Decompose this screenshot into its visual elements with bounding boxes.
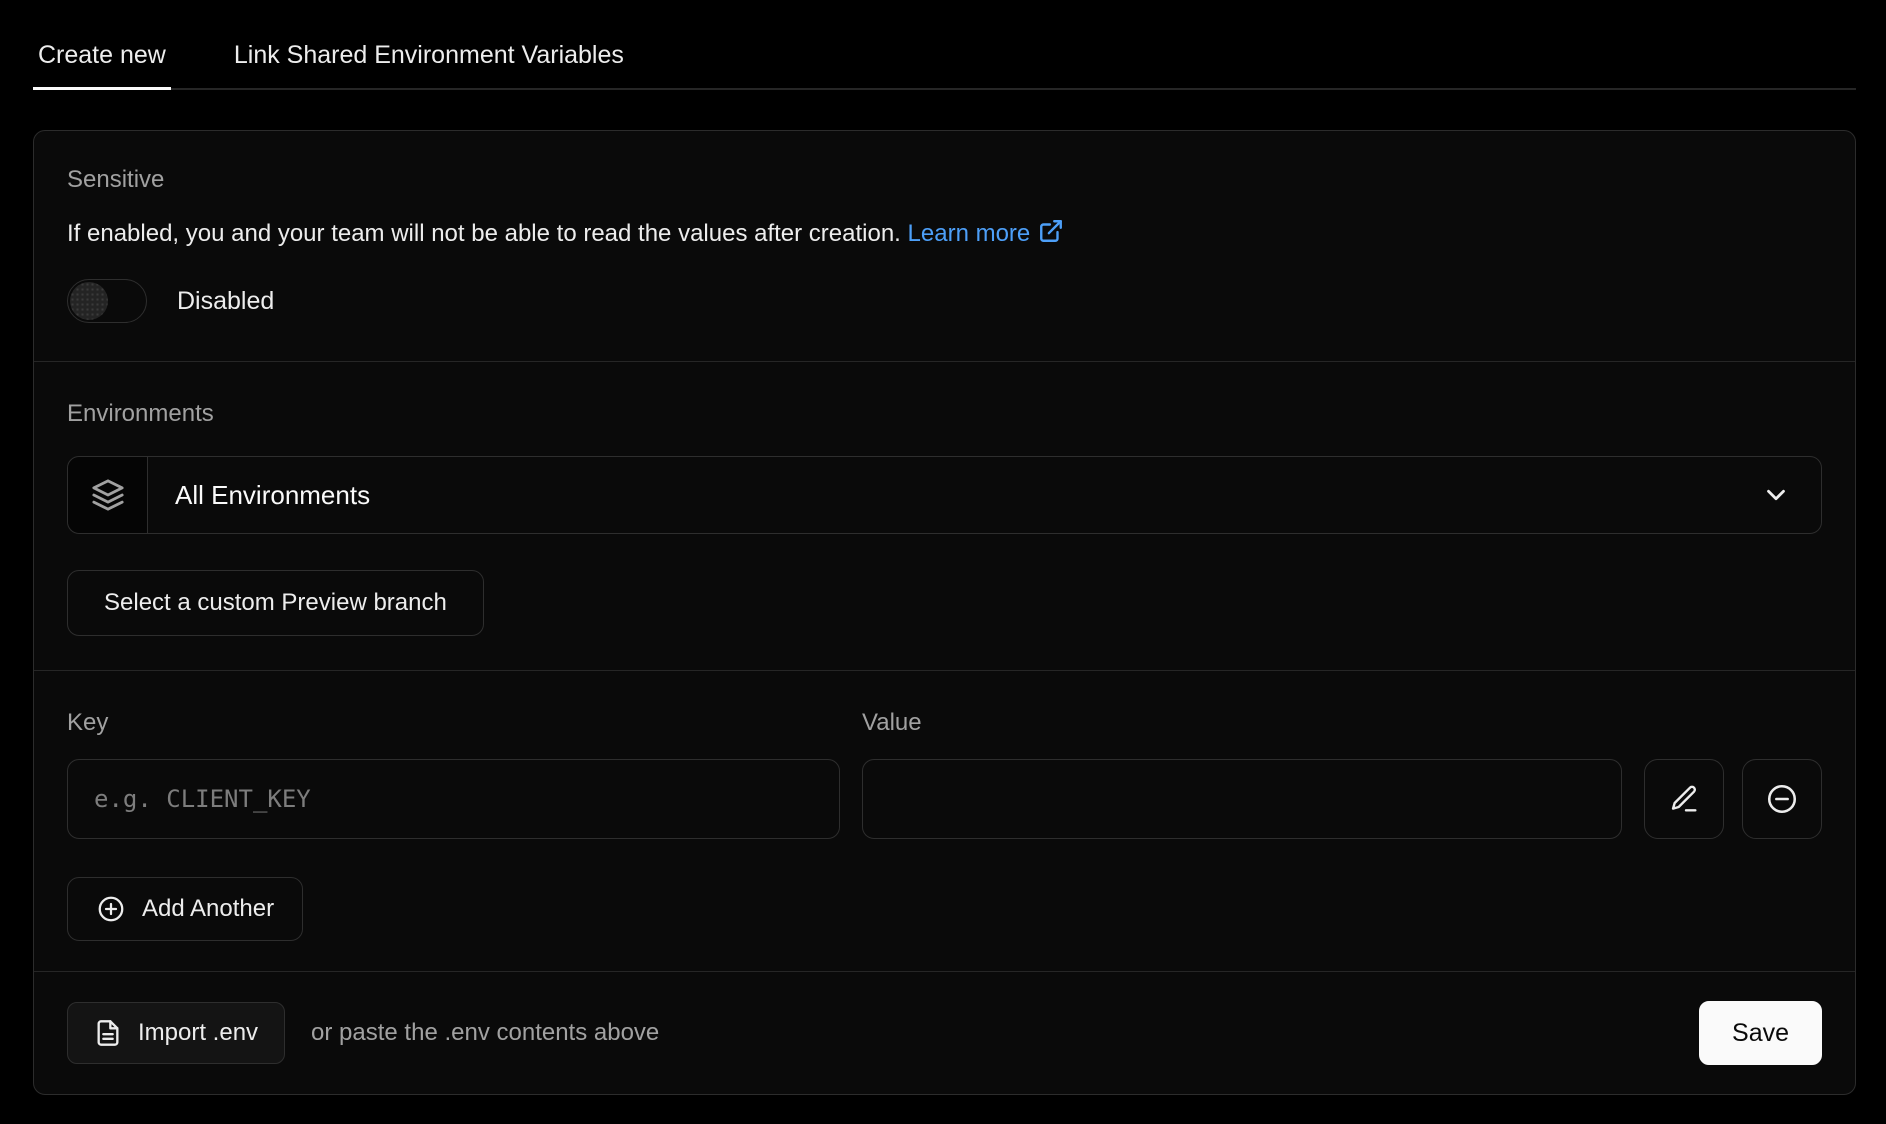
pencil-edit-icon: [1668, 783, 1700, 815]
env-file-icon: [94, 1019, 122, 1047]
paste-hint-text: or paste the .env contents above: [311, 1019, 659, 1047]
key-value-section: Key Value: [34, 671, 1855, 971]
key-input[interactable]: [67, 759, 840, 839]
add-another-label: Add Another: [142, 895, 274, 923]
sensitive-description-text: If enabled, you and your team will not b…: [67, 220, 901, 247]
import-env-label: Import .env: [138, 1019, 258, 1047]
toggle-knob: [70, 282, 108, 320]
circle-plus-icon: [96, 894, 126, 924]
learn-more-link[interactable]: Learn more: [908, 220, 1065, 247]
select-preview-branch-button[interactable]: Select a custom Preview branch: [67, 570, 484, 636]
environments-label: Environments: [67, 400, 1822, 428]
value-label: Value: [862, 709, 922, 737]
circle-minus-icon: [1765, 782, 1799, 816]
external-link-icon: [1038, 218, 1064, 244]
form-footer: Import .env or paste the .env contents a…: [34, 972, 1855, 1094]
create-env-var-page: Create new Link Shared Environment Varia…: [0, 0, 1886, 1124]
remove-row-button[interactable]: [1742, 759, 1822, 839]
environments-select[interactable]: All Environments: [67, 456, 1822, 534]
key-value-labels-row: Key Value: [67, 709, 1822, 737]
tab-bar: Create new Link Shared Environment Varia…: [33, 0, 1856, 90]
add-another-button[interactable]: Add Another: [67, 877, 303, 941]
sensitive-toggle-row: Disabled: [67, 279, 1822, 323]
key-label: Key: [67, 709, 862, 737]
key-value-input-row: [67, 759, 1822, 839]
sensitive-description: If enabled, you and your team will not b…: [67, 218, 1822, 249]
import-env-button[interactable]: Import .env: [67, 1002, 285, 1064]
tab-link-shared-env-vars[interactable]: Link Shared Environment Variables: [229, 0, 629, 90]
toggle-state-label: Disabled: [177, 287, 274, 316]
environments-section: Environments All Environments Select a c: [34, 362, 1855, 670]
chevron-down-icon: [1761, 480, 1821, 510]
learn-more-label: Learn more: [908, 220, 1031, 247]
layers-icon: [68, 457, 148, 533]
sensitive-toggle[interactable]: [67, 279, 147, 323]
tab-create-new[interactable]: Create new: [33, 0, 171, 90]
save-button[interactable]: Save: [1699, 1001, 1822, 1065]
sensitive-label: Sensitive: [67, 166, 1822, 194]
value-input[interactable]: [862, 759, 1622, 839]
sensitive-section: Sensitive If enabled, you and your team …: [34, 131, 1855, 361]
edit-value-button[interactable]: [1644, 759, 1724, 839]
environments-selected-value: All Environments: [148, 480, 1761, 511]
env-var-form-card: Sensitive If enabled, you and your team …: [33, 130, 1856, 1095]
